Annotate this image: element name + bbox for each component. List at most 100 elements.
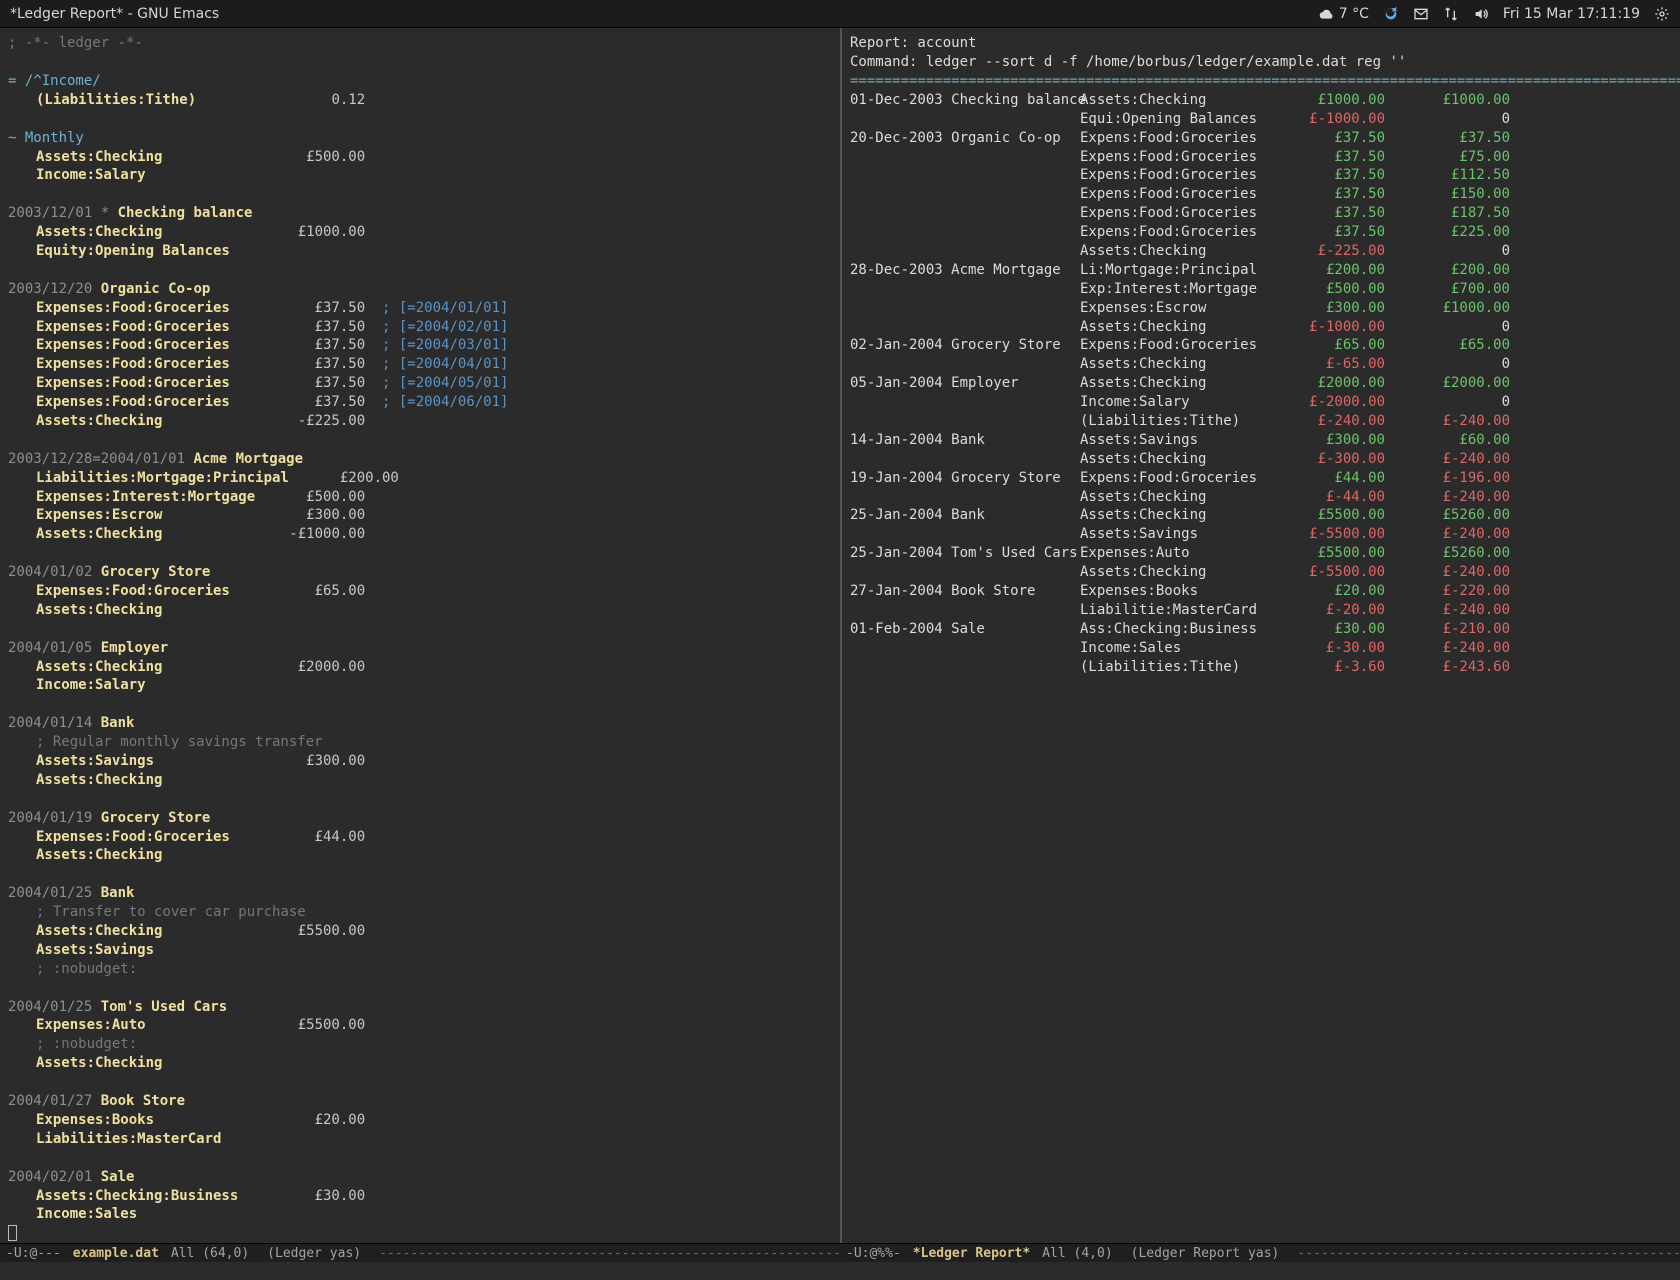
posting-line: Expenses:Auto £5500.00 — [8, 1016, 832, 1035]
posting-line: Income:Salary — [8, 676, 832, 695]
mail-icon[interactable] — [1413, 6, 1429, 22]
posting-line: Assets:Checking:Business £30.00 — [8, 1187, 832, 1206]
posting-line: Expenses:Interest:Mortgage£500.00 — [8, 488, 832, 507]
register-row: Equi:Opening Balances£-1000.000 — [850, 110, 1672, 129]
register-row: Assets:Savings£-5500.00£-240.00 — [850, 525, 1672, 544]
posting-line: Expenses:Food:Groceries £37.50 ; [=2004/… — [8, 318, 832, 337]
posting-line: Expenses:Food:Groceries £44.00 — [8, 828, 832, 847]
register-row: 25-Jan-2004 BankAssets:Checking£5500.00£… — [850, 506, 1672, 525]
register-row: Expens:Food:Groceries£37.50£150.00 — [850, 185, 1672, 204]
register-row: Assets:Checking£-300.00£-240.00 — [850, 450, 1672, 469]
modelines: -U:@--- example.dat All (64,0) (Ledger y… — [0, 1243, 1680, 1262]
modeline-left[interactable]: -U:@--- example.dat All (64,0) (Ledger y… — [0, 1243, 840, 1262]
register-row: 01-Feb-2004 SaleAss:Checking:Business£30… — [850, 620, 1672, 639]
posting-line: Expenses:Food:Groceries £65.00 — [8, 582, 832, 601]
posting-line: Expenses:Food:Groceries £37.50 ; [=2004/… — [8, 374, 832, 393]
register-row: 02-Jan-2004 Grocery StoreExpens:Food:Gro… — [850, 336, 1672, 355]
posting-line: Expenses:Books £20.00 — [8, 1111, 832, 1130]
modeline-right[interactable]: -U:@%%- *Ledger Report* All (4,0) (Ledge… — [840, 1243, 1680, 1262]
posting-line: Assets:Checking -£225.00 — [8, 412, 832, 431]
file-local-var-line: ; -*- ledger -*- — [8, 34, 832, 53]
posting-line: Assets:Checking — [8, 1054, 832, 1073]
settings-icon[interactable] — [1654, 6, 1670, 22]
register-row: Expenses:Escrow£300.00£1000.00 — [850, 299, 1672, 318]
weather-indicator[interactable]: 7 °C — [1319, 6, 1369, 22]
posting-line: Liabilities:Mortgage:Principal£200.00 — [8, 469, 832, 488]
register-row: Assets:Checking£-65.000 — [850, 355, 1672, 374]
register-row: Assets:Checking£-5500.00£-240.00 — [850, 563, 1672, 582]
modeline-position: All (4,0) — [1042, 1246, 1112, 1261]
weather-temp: 7 °C — [1339, 6, 1369, 22]
minibuffer[interactable] — [0, 1262, 1680, 1280]
posting-line: Expenses:Escrow £300.00 — [8, 506, 832, 525]
posting-line: Assets:Savings £300.00 — [8, 752, 832, 771]
ledger-source-buffer[interactable]: ; -*- ledger -*- = /^Income/(Liabilities… — [0, 28, 840, 1243]
modeline-fill: ----------------------------------------… — [1297, 1246, 1680, 1261]
register-row: 19-Jan-2004 Grocery StoreExpens:Food:Gro… — [850, 469, 1672, 488]
window-title: *Ledger Report* - GNU Emacs — [10, 6, 219, 22]
volume-icon[interactable] — [1473, 6, 1489, 22]
posting-line: Expenses:Food:Groceries £37.50 ; [=2004/… — [8, 336, 832, 355]
register-row: 05-Jan-2004 EmployerAssets:Checking£2000… — [850, 374, 1672, 393]
modeline-state: -U:@%%- — [846, 1246, 901, 1261]
register-row: Income:Salary£-2000.000 — [850, 393, 1672, 412]
periodic-rule: ~ Monthly — [8, 129, 832, 148]
register-row: 28-Dec-2003 Acme MortgageLi:Mortgage:Pri… — [850, 261, 1672, 280]
modeline-state: -U:@--- — [6, 1246, 61, 1261]
posting-line: Assets:Checking — [8, 601, 832, 620]
register-row: Expens:Food:Groceries£37.50£112.50 — [850, 166, 1672, 185]
register-row: Assets:Checking£-44.00£-240.00 — [850, 488, 1672, 507]
posting-line: Expenses:Food:Groceries £37.50 ; [=2004/… — [8, 393, 832, 412]
transaction-header: 2004/01/25 Tom's Used Cars — [8, 998, 832, 1017]
transaction-header: 2004/01/19 Grocery Store — [8, 809, 832, 828]
register-row: 27-Jan-2004 Book StoreExpenses:Books£20.… — [850, 582, 1672, 601]
posting-line: Expenses:Food:Groceries £37.50 ; [=2004/… — [8, 355, 832, 374]
report-title: Report: account — [850, 34, 1672, 53]
posting-line: Assets:Savings — [8, 941, 832, 960]
posting-line: Assets:Checking -£1000.00 — [8, 525, 832, 544]
register-row: Expens:Food:Groceries£37.50£75.00 — [850, 148, 1672, 167]
register-row: Expens:Food:Groceries£37.50£187.50 — [850, 204, 1672, 223]
register-row: Assets:Checking£-225.000 — [850, 242, 1672, 261]
emacs-frame: ; -*- ledger -*- = /^Income/ (Liabilities… — [0, 28, 1680, 1243]
transaction-header: 2003/12/20 Organic Co-op — [8, 280, 832, 299]
text-cursor — [8, 1225, 17, 1241]
modeline-mode: (Ledger yas) — [267, 1246, 361, 1261]
register-row: (Liabilities:Tithe)£-3.60£-243.60 — [850, 658, 1672, 677]
register-row: Liabilitie:MasterCard£-20.00£-240.00 — [850, 601, 1672, 620]
posting-line: Assets:Checking — [8, 846, 832, 865]
report-command: Command: ledger --sort d -f /home/borbus… — [850, 53, 1672, 72]
posting-line: Assets:Checking — [8, 771, 832, 790]
modeline-position: All (64,0) — [171, 1246, 249, 1261]
desktop-menubar: *Ledger Report* - GNU Emacs 7 °C Fri 15 … — [0, 0, 1680, 28]
posting-line: Assets:Checking £2000.00 — [8, 658, 832, 677]
transaction-header: 2004/02/01 Sale — [8, 1168, 832, 1187]
ledger-report-buffer[interactable]: Report: accountCommand: ledger --sort d … — [840, 28, 1680, 1243]
clock-text: Fri 15 Mar 17:11:19 — [1503, 6, 1640, 22]
refresh-icon[interactable] — [1383, 6, 1399, 22]
posting-line: Assets:Checking £1000.00 — [8, 223, 832, 242]
posting-line: Expenses:Food:Groceries £37.50 ; [=2004/… — [8, 299, 832, 318]
network-icon[interactable] — [1443, 6, 1459, 22]
modeline-fill: ----------------------------------------… — [379, 1246, 840, 1261]
report-separator: ========================================… — [850, 72, 1672, 91]
transaction-header: 2004/01/05 Employer — [8, 639, 832, 658]
register-row: 20-Dec-2003 Organic Co-opExpens:Food:Gro… — [850, 129, 1672, 148]
posting-line: Income:Sales — [8, 1205, 832, 1224]
posting-line: Liabilities:MasterCard — [8, 1130, 832, 1149]
transaction-header: 2003/12/28=2004/01/01 Acme Mortgage — [8, 450, 832, 469]
automatic-rule: = /^Income/ — [8, 72, 832, 91]
transaction-header: 2004/01/25 Bank — [8, 884, 832, 903]
transaction-header: 2004/01/14 Bank — [8, 714, 832, 733]
register-row: 25-Jan-2004 Tom's Used CarsExpenses:Auto… — [850, 544, 1672, 563]
cloud-icon — [1319, 6, 1335, 22]
register-row: 14-Jan-2004 BankAssets:Savings£300.00£60… — [850, 431, 1672, 450]
register-row: 01-Dec-2003 Checking balanceAssets:Check… — [850, 91, 1672, 110]
transaction-header: 2004/01/27 Book Store — [8, 1092, 832, 1111]
transaction-header: 2004/01/02 Grocery Store — [8, 563, 832, 582]
modeline-mode: (Ledger Report yas) — [1131, 1246, 1280, 1261]
register-row: Income:Sales£-30.00£-240.00 — [850, 639, 1672, 658]
posting-line: Assets:Checking £5500.00 — [8, 922, 832, 941]
transaction-header: 2003/12/01 * Checking balance — [8, 204, 832, 223]
modeline-buffer-name: *Ledger Report* — [913, 1246, 1030, 1261]
